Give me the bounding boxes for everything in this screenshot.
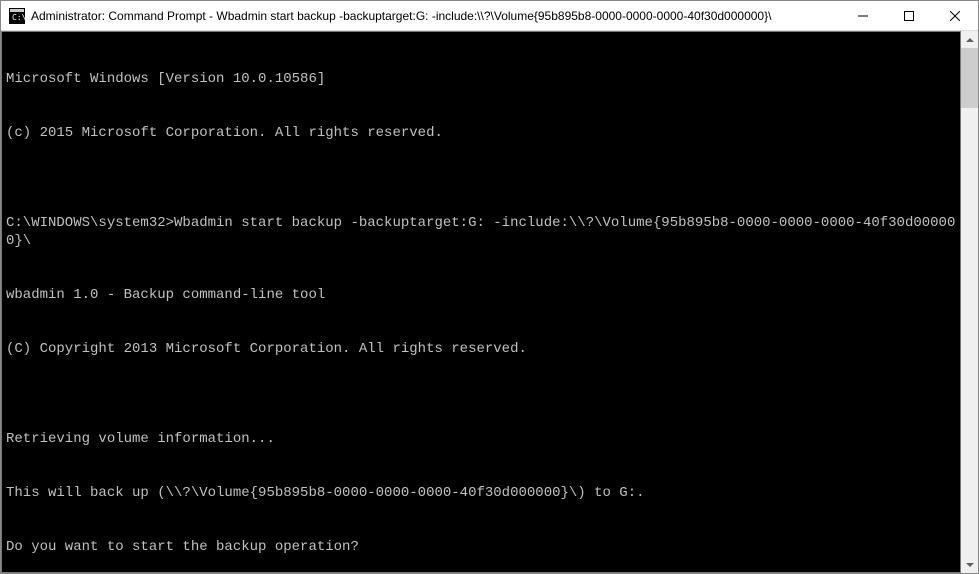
terminal-line: Microsoft Windows [Version 10.0.10586] (6, 70, 956, 88)
scrollbar-track[interactable] (961, 48, 978, 556)
terminal-line: (c) 2015 Microsoft Corporation. All righ… (6, 124, 956, 142)
scroll-down-arrow-icon[interactable] (961, 556, 978, 573)
svg-text:C:\: C:\ (12, 13, 25, 22)
window-controls (840, 1, 978, 30)
close-button[interactable] (932, 1, 978, 31)
scroll-up-arrow-icon[interactable] (961, 31, 978, 48)
titlebar[interactable]: C:\ Administrator: Command Prompt - Wbad… (1, 1, 978, 31)
terminal-line: Retrieving volume information... (6, 430, 956, 448)
scrollbar-thumb[interactable] (961, 48, 978, 108)
window-title: Administrator: Command Prompt - Wbadmin … (31, 9, 840, 23)
minimize-button[interactable] (840, 1, 886, 31)
terminal-line: This will back up (\\?\Volume{95b895b8-0… (6, 484, 956, 502)
cmd-icon: C:\ (9, 8, 25, 24)
maximize-button[interactable] (886, 1, 932, 31)
terminal-output[interactable]: Microsoft Windows [Version 10.0.10586] (… (1, 31, 961, 573)
terminal-line: (C) Copyright 2013 Microsoft Corporation… (6, 340, 956, 358)
terminal-line: Do you want to start the backup operatio… (6, 538, 956, 556)
terminal-line: wbadmin 1.0 - Backup command-line tool (6, 286, 956, 304)
vertical-scrollbar[interactable] (961, 31, 978, 573)
terminal-wrapper: Microsoft Windows [Version 10.0.10586] (… (1, 31, 978, 573)
terminal-line: C:\WINDOWS\system32>Wbadmin start backup… (6, 214, 956, 250)
